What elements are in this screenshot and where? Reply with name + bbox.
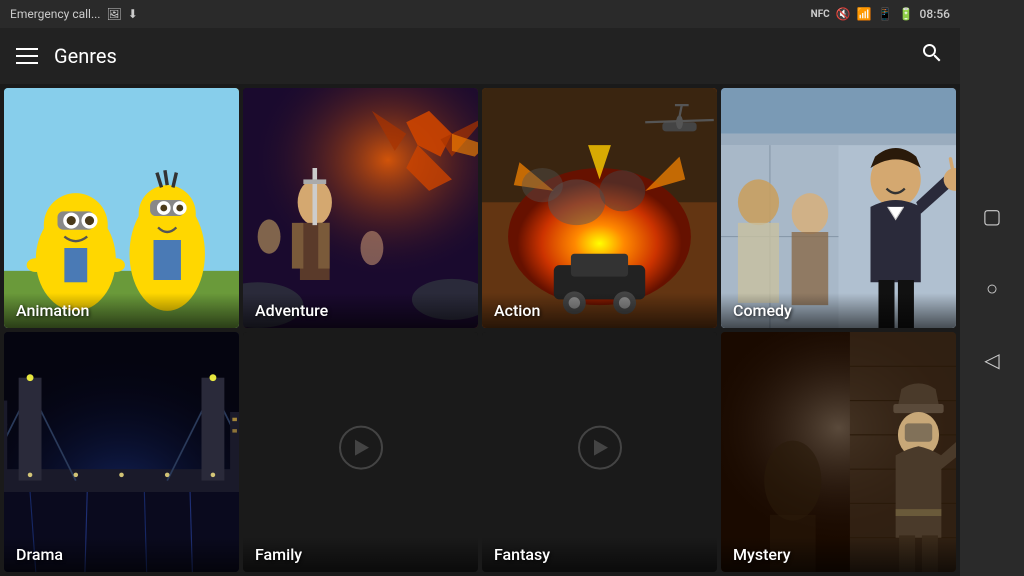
card-bg	[4, 88, 239, 328]
mute-icon: 🔇	[836, 7, 851, 21]
genre-label: Mystery	[721, 537, 956, 572]
circle-icon: ○	[986, 276, 998, 301]
mystery-image	[721, 332, 956, 572]
genre-card-animation[interactable]: Animation	[4, 88, 239, 328]
genre-card-family[interactable]: Family	[243, 332, 478, 572]
card-bg	[243, 88, 478, 328]
back-icon: ◁	[984, 348, 999, 372]
genre-label: Action	[482, 293, 717, 328]
genre-card-comedy[interactable]: Comedy	[721, 88, 956, 328]
search-icon	[920, 41, 944, 65]
genre-card-action[interactable]: Action	[482, 88, 717, 328]
drama-image	[4, 332, 239, 572]
genre-label: Fantasy	[482, 537, 717, 572]
card-bg	[721, 332, 956, 572]
battery-icon: 🔋	[899, 7, 914, 21]
genre-card-mystery[interactable]: Mystery	[721, 332, 956, 572]
top-bar: Genres	[0, 28, 960, 84]
circle-button[interactable]: ○	[976, 272, 1008, 304]
status-bar-left: Emergency call... 🖼 ⬇	[10, 7, 138, 21]
status-bar-right: NFC 🔇 📶 📱 🔋 08:56	[811, 7, 950, 21]
card-bg	[4, 332, 239, 572]
animation-image	[4, 88, 239, 328]
card-bg	[482, 88, 717, 328]
genre-card-fantasy[interactable]: Fantasy	[482, 332, 717, 572]
square-icon: ▢	[983, 204, 1002, 228]
page-title: Genres	[54, 44, 904, 68]
nfc-icon: NFC	[811, 9, 830, 20]
sim-icon: 📱	[878, 7, 893, 21]
genre-label: Animation	[4, 293, 239, 328]
genre-card-drama[interactable]: Drama	[4, 332, 239, 572]
search-button[interactable]	[920, 41, 944, 71]
genre-grid: Animation	[0, 84, 960, 576]
back-button[interactable]: ◁	[976, 344, 1008, 376]
hamburger-menu[interactable]	[16, 48, 38, 64]
side-nav: ▢ ○ ◁	[960, 0, 1024, 576]
genre-label: Adventure	[243, 293, 478, 328]
genre-label: Family	[243, 537, 478, 572]
hamburger-line	[16, 55, 38, 57]
placeholder-icon	[578, 426, 622, 470]
wifi-icon: 📶	[857, 7, 872, 21]
download-icon: ⬇	[128, 7, 138, 21]
action-image	[482, 88, 717, 328]
genre-label: Drama	[4, 537, 239, 572]
hamburger-line	[16, 62, 38, 64]
clock: 08:56	[920, 7, 950, 21]
card-bg	[721, 88, 956, 328]
placeholder-icon	[339, 426, 383, 470]
status-bar: Emergency call... 🖼 ⬇ NFC 🔇 📶 📱 🔋 08:56	[0, 0, 960, 28]
hamburger-line	[16, 48, 38, 50]
emergency-call-text: Emergency call...	[10, 7, 100, 21]
image-icon: 🖼	[106, 7, 121, 21]
genre-card-adventure[interactable]: Adventure	[243, 88, 478, 328]
comedy-image	[721, 88, 956, 328]
main-content: Genres	[0, 28, 960, 576]
genre-label: Comedy	[721, 293, 956, 328]
square-button[interactable]: ▢	[976, 200, 1008, 232]
adventure-image	[243, 88, 478, 328]
